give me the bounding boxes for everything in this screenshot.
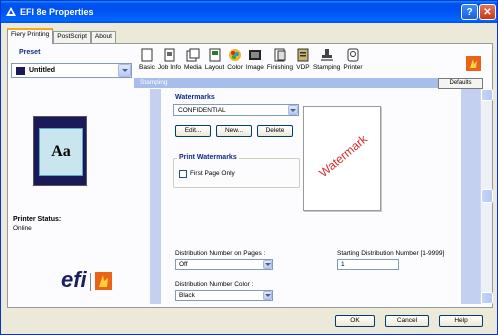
section-title: Stamping [140, 79, 168, 86]
distribution-on-pages-value: Off [179, 261, 188, 268]
cancel-button[interactable]: Cancel [385, 315, 429, 327]
distribution-color-value: Black [179, 292, 195, 299]
preset-value: Untitled [29, 67, 56, 74]
distribution-on-pages-select[interactable]: Off [175, 259, 273, 270]
font-preview-sample: Aa [39, 128, 83, 176]
vdp-icon [297, 48, 309, 62]
toolbar-vdp[interactable]: VDP [296, 48, 310, 76]
scroll-thumb[interactable] [481, 189, 493, 203]
logo-divider [90, 273, 91, 291]
distribution-color-select[interactable]: Black [175, 290, 273, 301]
color-icon [229, 49, 242, 61]
first-page-only-label: First Page Only [190, 170, 235, 177]
distribution-on-pages-label: Distribution Number on Pages : [175, 250, 266, 257]
printer-status-value: Online [13, 225, 32, 232]
layout-icon [209, 48, 221, 62]
job-info-icon [164, 48, 175, 62]
printer-status-label: Printer Status: [13, 216, 62, 223]
toolbar-layout[interactable]: Layout [205, 48, 224, 76]
starting-distribution-label: Starting Distribution Number [1-9999] [337, 250, 445, 257]
scroll-up-icon[interactable] [481, 89, 493, 101]
watermark-select-value: CONFIDENTIAL [178, 107, 226, 114]
toolbar-stamping[interactable]: Stamping [313, 48, 340, 76]
preset-select[interactable]: Untitled [11, 63, 132, 78]
scroll-down-icon[interactable] [481, 292, 493, 304]
watermark-preview: Watermark [303, 106, 381, 211]
font-preview-thumbnail: Aa [33, 116, 87, 186]
distribution-color-label: Distribution Number Color : [175, 281, 254, 288]
section-header: Stamping [134, 78, 481, 88]
ok-button[interactable]: OK [335, 315, 375, 327]
window-title: EFI 8e Properties [20, 7, 94, 17]
chevron-down-icon[interactable] [288, 105, 298, 115]
media-icon [186, 48, 200, 62]
toolbar-printer[interactable]: Printer [343, 48, 363, 76]
new-watermark-button[interactable]: New... [216, 125, 252, 137]
title-bar[interactable]: EFI 8e Properties ? ✕ [1, 1, 497, 23]
toolbar-media[interactable]: Media [184, 48, 202, 76]
page-icon [141, 48, 153, 62]
tab-strip: Fiery Printing PostScript About [7, 28, 116, 44]
defaults-button[interactable]: Defaults [438, 78, 483, 89]
help-button[interactable]: Help [439, 315, 483, 327]
starting-distribution-input[interactable]: 1 [337, 259, 399, 270]
printer-icon [347, 48, 359, 62]
toolbar-color[interactable]: Color [227, 48, 243, 76]
print-watermarks-label: Print Watermarks [177, 154, 239, 161]
first-page-only-checkbox[interactable] [179, 170, 187, 178]
watermarks-label: Watermarks [175, 94, 215, 101]
panel-right-margin [461, 89, 480, 304]
chevron-down-icon[interactable] [263, 291, 272, 300]
edit-watermark-button[interactable]: Edit... [175, 125, 211, 137]
efi-app-icon [6, 7, 16, 16]
vertical-scrollbar[interactable] [480, 89, 493, 304]
panel-left-margin [150, 89, 161, 304]
chevron-down-icon[interactable] [263, 260, 272, 269]
toolbar-finishing[interactable]: Finishing [267, 48, 293, 76]
finishing-icon [274, 48, 286, 62]
stamping-icon [320, 49, 333, 61]
delete-watermark-button[interactable]: Delete [257, 125, 293, 137]
watermark-preview-text: Watermark [316, 131, 370, 181]
image-icon [248, 50, 261, 60]
toolbar-job-info[interactable]: Job Info [158, 48, 181, 76]
help-icon[interactable]: ? [461, 4, 478, 20]
toolbar-image[interactable]: Image [246, 48, 264, 76]
properties-window: EFI 8e Properties ? ✕ Fiery Printing Pos… [0, 0, 498, 335]
close-icon[interactable]: ✕ [479, 4, 496, 20]
starting-distribution-value: 1 [341, 261, 345, 268]
preset-label: Preset [19, 49, 41, 56]
chevron-down-icon[interactable] [118, 64, 131, 77]
tab-fiery-printing[interactable]: Fiery Printing [7, 28, 54, 44]
preset-icon [16, 67, 25, 75]
watermark-select[interactable]: CONFIDENTIAL [173, 104, 299, 116]
fiery-logo-icon [95, 272, 112, 290]
toolbar-basic[interactable]: Basic [139, 48, 155, 76]
fiery-logo-icon [466, 56, 481, 71]
category-toolbar: Basic Job Info Media Layout Color Image … [139, 48, 366, 76]
efi-logo: efi [61, 267, 87, 292]
